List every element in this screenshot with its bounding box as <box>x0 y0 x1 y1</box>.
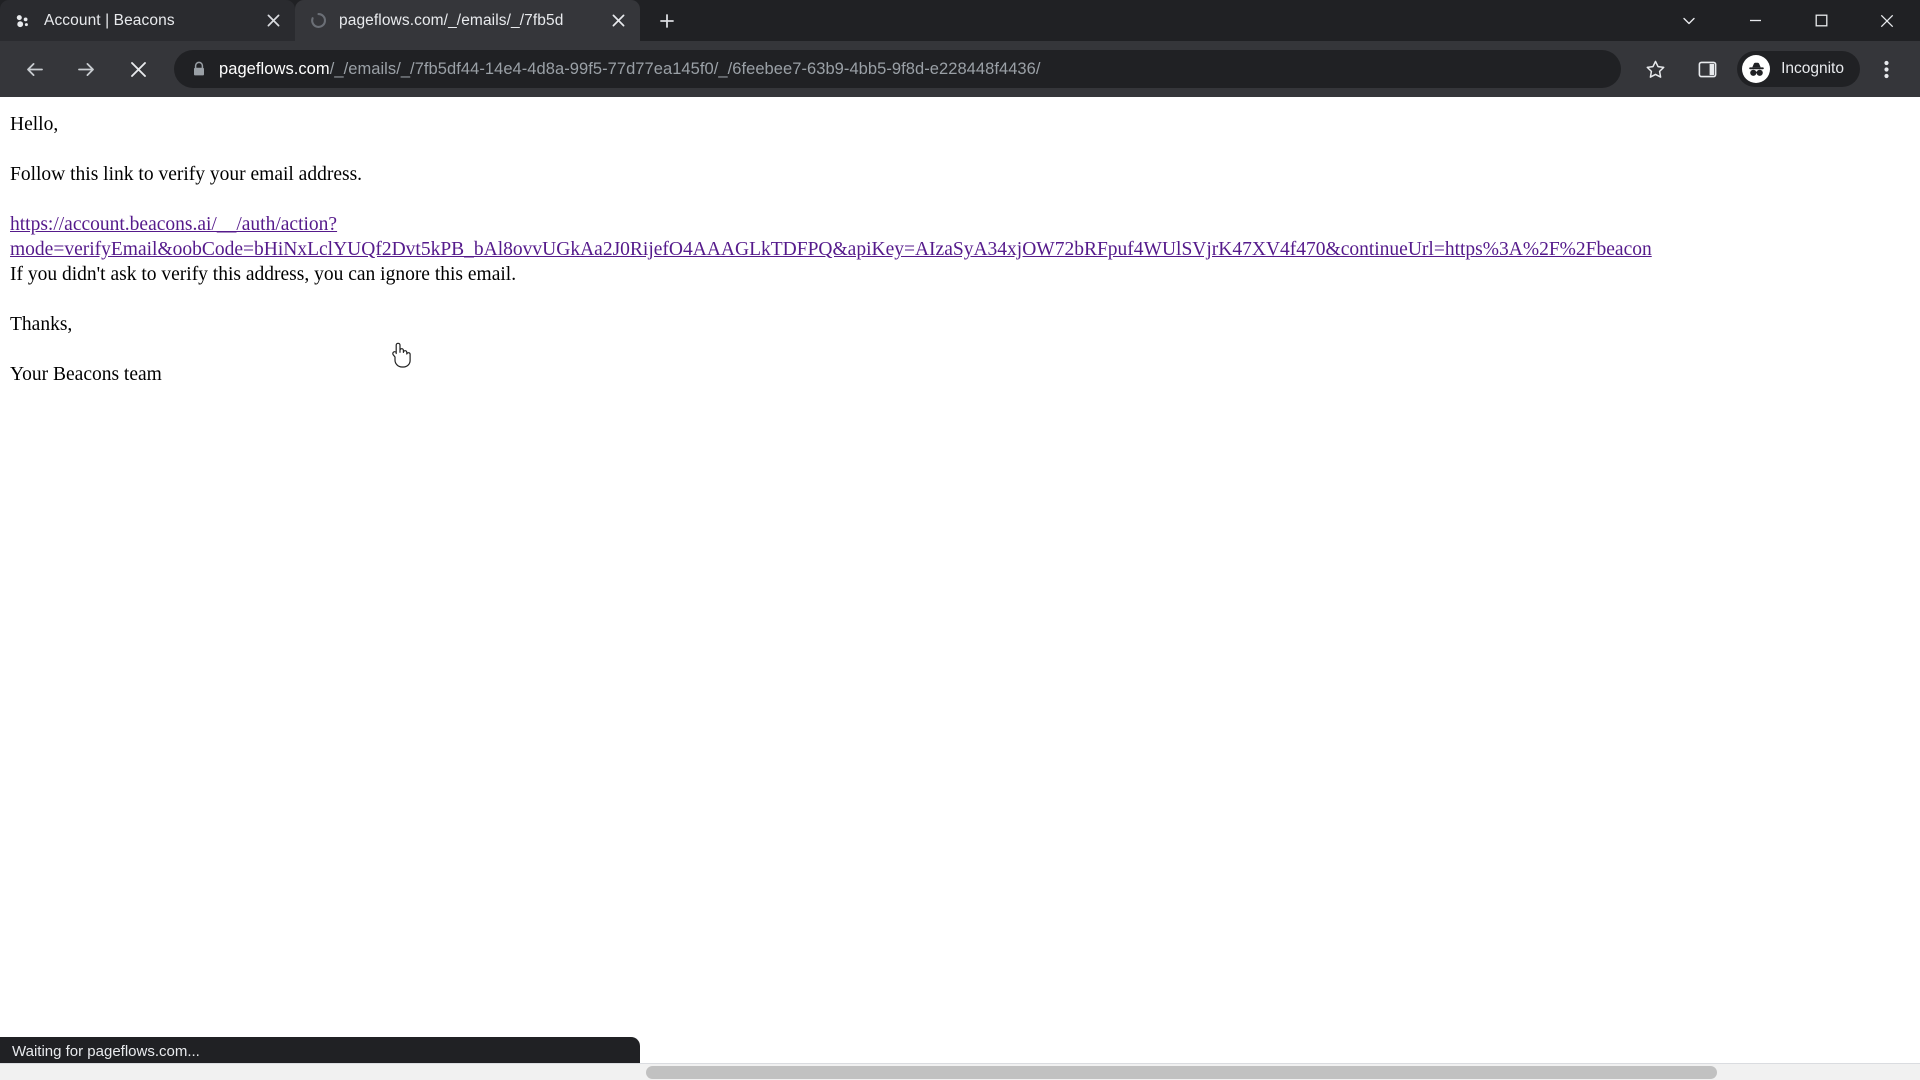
page-viewport: Hello, Follow this link to verify your e… <box>0 97 1920 1080</box>
verify-link-line-2: mode=verifyEmail&oobCode=bHiNxLclYUQf2Dv… <box>10 238 1652 260</box>
horizontal-scrollbar-thumb[interactable] <box>646 1066 1717 1079</box>
address-bar-path: /_/emails/_/7fb5df44-14e4-4d8a-99f5-77d7… <box>329 59 1041 78</box>
new-tab-button[interactable] <box>650 4 684 38</box>
address-bar[interactable]: pageflows.com/_/emails/_/7fb5df44-14e4-4… <box>174 50 1622 88</box>
back-button[interactable] <box>14 49 54 89</box>
verify-email-link[interactable]: https://account.beacons.ai/__/auth/actio… <box>10 213 1920 263</box>
side-panel-icon[interactable] <box>1687 49 1727 89</box>
incognito-label: Incognito <box>1781 60 1844 77</box>
email-ignore-note: If you didn't ask to verify this address… <box>10 263 517 285</box>
browser-tab-pageflows[interactable]: pageflows.com/_/emails/_/7fb5d <box>295 0 640 41</box>
close-tab-icon[interactable] <box>604 7 632 35</box>
status-bubble: Waiting for pageflows.com... <box>0 1037 640 1066</box>
loading-spinner-icon <box>309 12 327 30</box>
email-signature: Your Beacons team <box>10 363 162 385</box>
email-thanks: Thanks, <box>10 313 73 335</box>
browser-tab-account-beacons[interactable]: Account | Beacons <box>0 0 295 41</box>
browser-window: Account | Beacons pageflows.com/_/emails… <box>0 0 1920 1080</box>
incognito-icon <box>1742 55 1771 83</box>
chrome-menu-icon[interactable] <box>1866 49 1906 89</box>
tab-title: Account | Beacons <box>44 11 175 29</box>
bookmark-star-icon[interactable] <box>1635 49 1675 89</box>
maximize-window-button[interactable] <box>1788 0 1854 41</box>
beacons-logo-icon <box>14 12 32 30</box>
window-controls <box>1656 0 1920 41</box>
minimize-window-button[interactable] <box>1722 0 1788 41</box>
lock-icon[interactable] <box>190 61 207 78</box>
email-instruction: Follow this link to verify your email ad… <box>10 163 363 185</box>
browser-toolbar: pageflows.com/_/emails/_/7fb5df44-14e4-4… <box>0 41 1920 97</box>
incognito-indicator[interactable]: Incognito <box>1737 51 1860 87</box>
horizontal-scrollbar[interactable] <box>0 1063 1920 1080</box>
list-all-tabs-button[interactable] <box>1656 0 1722 41</box>
close-tab-icon[interactable] <box>259 7 287 35</box>
tab-strip: Account | Beacons pageflows.com/_/emails… <box>0 0 1920 41</box>
address-bar-host: pageflows.com <box>219 59 330 78</box>
tab-title: pageflows.com/_/emails/_/7fb5d <box>339 11 564 29</box>
stop-loading-button[interactable] <box>118 49 158 89</box>
forward-button[interactable] <box>66 49 106 89</box>
verify-link-line-1: https://account.beacons.ai/__/auth/actio… <box>10 213 338 235</box>
status-text: Waiting for pageflows.com... <box>12 1043 200 1060</box>
email-body: Hello, Follow this link to verify your e… <box>0 97 1920 388</box>
close-window-button[interactable] <box>1854 0 1920 41</box>
email-greeting: Hello, <box>10 114 59 135</box>
address-bar-text: pageflows.com/_/emails/_/7fb5df44-14e4-4… <box>219 60 1041 79</box>
